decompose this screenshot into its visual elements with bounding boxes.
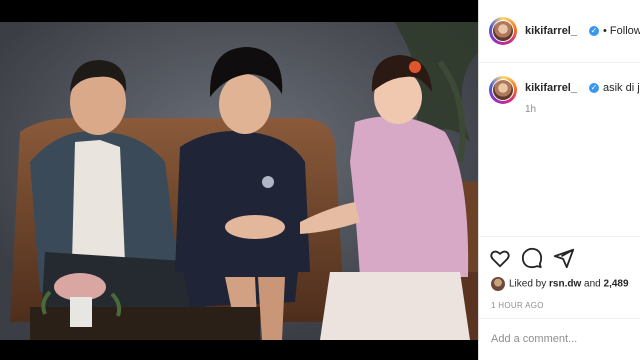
caption-text: asik di joo — [603, 82, 640, 94]
caption-avatar[interactable] — [489, 76, 517, 104]
likes-summary: Liked by rsn.dw and 2,489 — [491, 277, 629, 291]
post-sidebar: kikifarrel_ ✓ • Following kikifarrel_ ✓ … — [478, 0, 640, 360]
caption-username[interactable]: kikifarrel_ — [525, 82, 577, 94]
likes-and: and — [581, 278, 604, 290]
post-media — [0, 0, 478, 360]
comment-input[interactable] — [491, 333, 631, 345]
send-icon[interactable] — [553, 247, 575, 269]
verified-badge-icon: ✓ — [589, 83, 599, 93]
avatar-image — [493, 80, 513, 100]
likes-prefix: Liked by — [509, 278, 550, 290]
liker-username[interactable]: rsn.dw — [549, 279, 581, 290]
likes-count[interactable]: 2,489 — [604, 279, 629, 290]
following-status[interactable]: • Following — [603, 25, 640, 37]
post-photo[interactable] — [0, 22, 478, 340]
avatar-image — [493, 21, 513, 41]
post-timestamp: 1 HOUR AGO — [491, 301, 544, 310]
comment-icon[interactable] — [521, 247, 543, 269]
caption-time[interactable]: 1h — [525, 104, 536, 115]
comment-box — [479, 318, 640, 361]
liker-avatar — [491, 277, 505, 291]
author-username[interactable]: kikifarrel_ — [525, 25, 577, 37]
heart-icon[interactable] — [489, 247, 511, 269]
author-avatar[interactable] — [489, 17, 517, 45]
verified-badge-icon: ✓ — [589, 26, 599, 36]
post-header: kikifarrel_ ✓ • Following — [479, 0, 640, 63]
photo-illustration — [0, 22, 478, 340]
